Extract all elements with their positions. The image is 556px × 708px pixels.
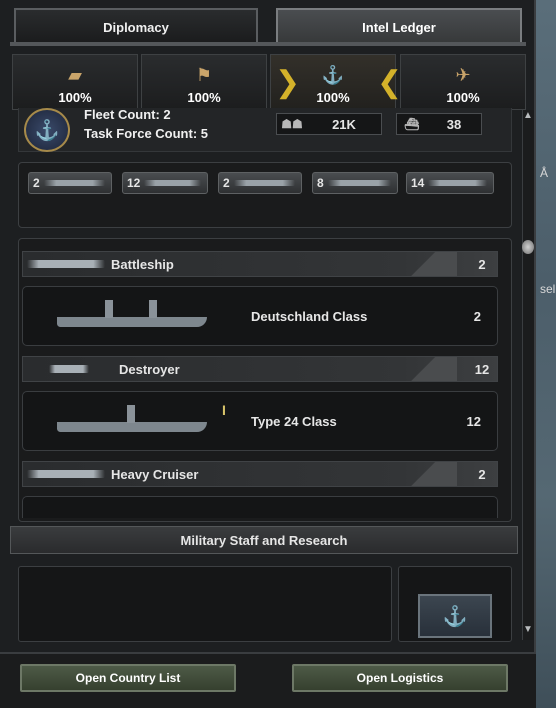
tab-intel-ledger[interactable]: Intel Ledger: [276, 8, 522, 44]
ship-class-count: 2: [473, 308, 481, 324]
category-land-doctrine[interactable]: ⚑ 100%: [141, 54, 267, 110]
summary-chip-heavy-cruiser[interactable]: 2: [218, 172, 302, 194]
ship-class-row[interactable]: Deutschland Class 2: [22, 286, 498, 346]
scroll-down-icon[interactable]: ▼: [522, 624, 534, 638]
tab-diplomacy-label: Diplomacy: [103, 19, 169, 35]
ship-type-count: 2: [478, 256, 486, 272]
map-label: sel: [540, 282, 556, 296]
scroll-up-icon[interactable]: ▲: [522, 110, 534, 124]
ship-type-header-destroyer[interactable]: Destroyer 12: [22, 356, 498, 382]
naval-staff-button[interactable]: ⚓: [418, 594, 492, 638]
military-staff-header: Military Staff and Research: [10, 526, 518, 554]
open-logistics-label: Open Logistics: [356, 671, 444, 685]
ship-type-count: 12: [474, 361, 490, 377]
tab-diplomacy[interactable]: Diplomacy: [14, 8, 258, 44]
category-percent: 100%: [187, 90, 221, 105]
category-navy[interactable]: ❯ ⚓ 100% ❮: [270, 54, 403, 110]
sailors-icon: ☗☗: [281, 117, 303, 131]
destroyer-silhouette-icon: [57, 405, 207, 436]
battleship-icon: [27, 260, 105, 268]
ship-class-count: 12: [466, 413, 481, 429]
ship-class-row[interactable]: Type 24 Class 12: [22, 391, 498, 451]
category-air[interactable]: ✈ 100%: [400, 54, 526, 110]
destroyer-icon: [144, 180, 201, 186]
task-force-count: Task Force Count: 5: [84, 126, 209, 141]
summary-chip-submarine[interactable]: 14: [406, 172, 494, 194]
ship-type-count: 2: [478, 466, 486, 482]
military-staff-area: [18, 566, 392, 642]
tab-intel-ledger-label: Intel Ledger: [362, 19, 436, 35]
submarine-icon: [428, 180, 487, 186]
fleet-count: Fleet Count: 2: [84, 107, 171, 122]
chip-count: 8: [317, 176, 324, 190]
ship-type-header-battleship[interactable]: Battleship 2: [22, 251, 498, 277]
ships-stat: ⛴ 38: [396, 113, 482, 135]
category-army[interactable]: ▰ 100%: [12, 54, 138, 110]
ship-class-name: Type 24 Class: [251, 413, 337, 429]
chevron-left-icon: ❮: [377, 66, 403, 99]
open-country-list-label: Open Country List: [75, 671, 181, 685]
soldier-flag-icon: ⚑: [195, 65, 213, 85]
anchor-icon: ⚓: [24, 108, 70, 152]
chip-count: 2: [223, 176, 230, 190]
ship-type-header-heavy-cruiser[interactable]: Heavy Cruiser 2: [22, 461, 498, 487]
battleship-icon: [43, 180, 105, 186]
summary-chip-destroyer[interactable]: 12: [122, 172, 208, 194]
chip-count: 2: [33, 176, 40, 190]
open-country-list-button[interactable]: Open Country List: [20, 664, 236, 692]
naval-officer-icon: ⚓: [442, 605, 468, 628]
intel-ledger-panel: Diplomacy Intel Ledger ▰ 100% ⚑ 100% ❯ ⚓…: [0, 0, 536, 708]
military-staff-title: Military Staff and Research: [180, 532, 348, 548]
map-label: Å: [540, 166, 549, 180]
ships-value: 38: [446, 116, 462, 132]
airplane-icon: ✈: [455, 65, 471, 85]
ship-class-name: Deutschland Class: [251, 308, 368, 324]
manpower-value: 21K: [332, 116, 356, 132]
manpower-stat: ☗☗ 21K: [276, 113, 382, 135]
open-logistics-button[interactable]: Open Logistics: [292, 664, 508, 692]
anchor-flag-icon: ⚓: [321, 65, 345, 85]
heavy-cruiser-icon: [27, 470, 105, 478]
battleship-silhouette-icon: [57, 300, 207, 331]
chip-count: 14: [411, 176, 425, 190]
text-cursor-icon: I: [222, 402, 226, 418]
chip-count: 12: [127, 176, 141, 190]
destroyer-icon: [49, 365, 89, 373]
map-background[interactable]: Å sel: [536, 0, 556, 708]
tab-divider: [10, 42, 526, 46]
category-percent: 100%: [316, 90, 350, 105]
heavy-cruiser-icon: [233, 180, 295, 186]
scrollbar-track[interactable]: [522, 110, 534, 640]
tank-icon: ▰: [68, 65, 82, 85]
light-cruiser-icon: [327, 180, 391, 186]
summary-chip-light-cruiser[interactable]: 8: [312, 172, 398, 194]
ship-icon: ⛴: [404, 117, 420, 131]
ship-class-row[interactable]: [22, 496, 498, 518]
scrollbar-thumb[interactable]: [522, 240, 534, 254]
chevron-right-icon: ❯: [275, 66, 301, 99]
summary-chip-battleship[interactable]: 2: [28, 172, 112, 194]
category-percent: 100%: [446, 90, 480, 105]
category-percent: 100%: [58, 90, 92, 105]
